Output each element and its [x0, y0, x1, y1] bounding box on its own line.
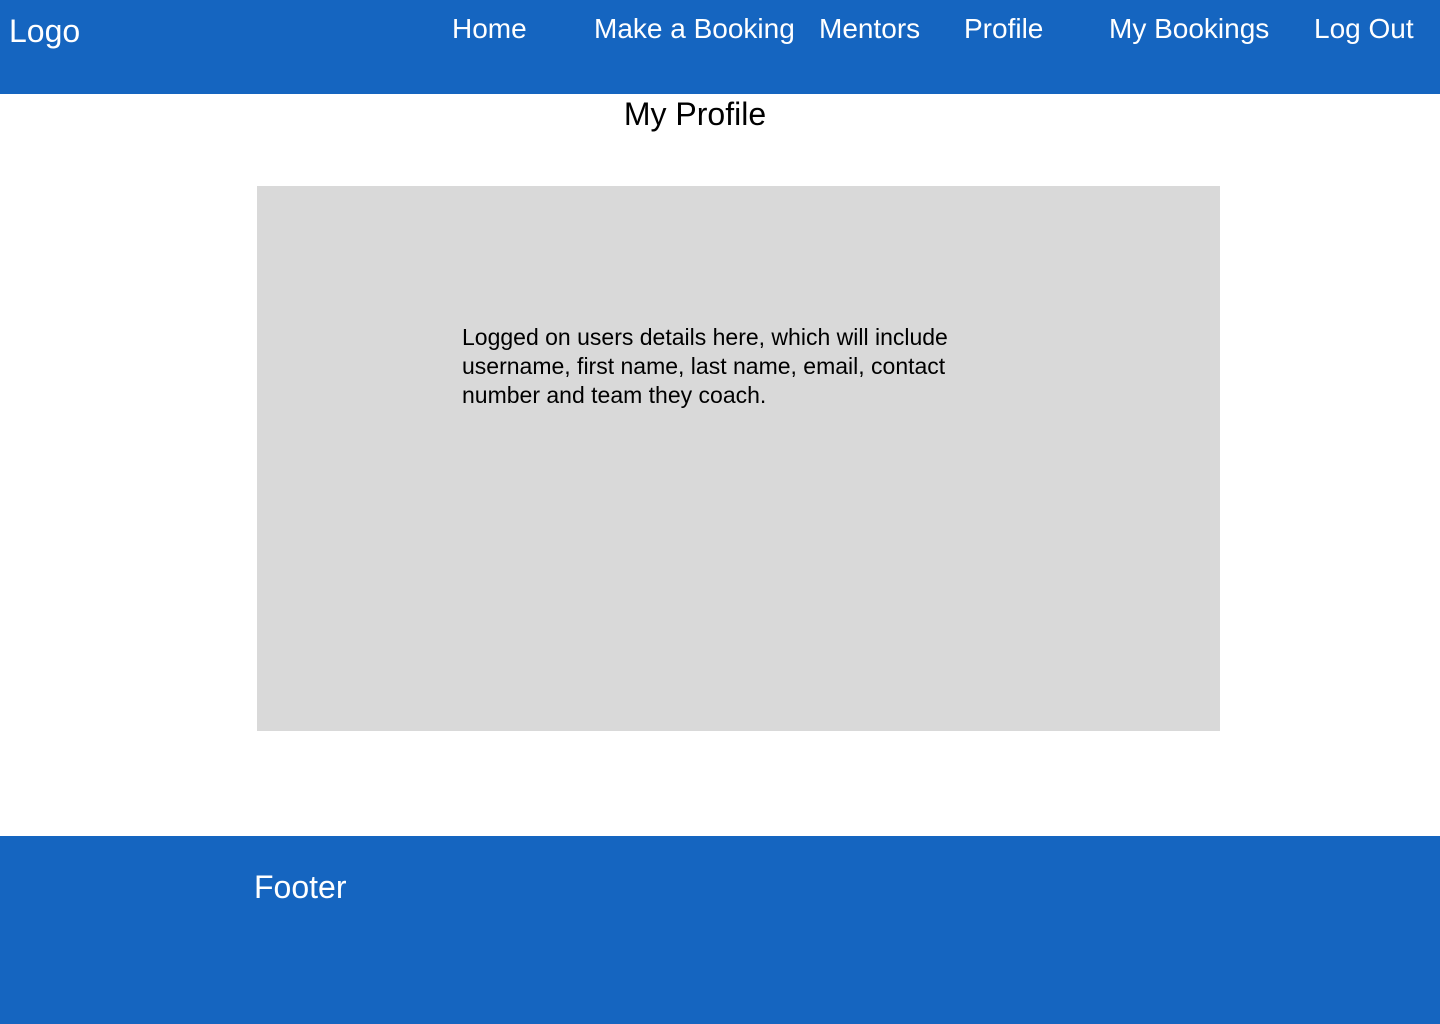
- nav-log-out-link[interactable]: Log Out: [1314, 12, 1414, 46]
- site-header: Logo Home Make a Booking Mentors Profile…: [0, 0, 1440, 94]
- site-footer: Footer: [0, 836, 1440, 1024]
- footer-label: Footer: [254, 869, 347, 905]
- nav-home-link[interactable]: Home: [452, 12, 527, 46]
- nav-mentors-link[interactable]: Mentors: [819, 12, 920, 46]
- logo[interactable]: Logo: [9, 12, 80, 50]
- nav-make-a-booking-link[interactable]: Make a Booking: [594, 12, 795, 46]
- page: Logo Home Make a Booking Mentors Profile…: [0, 0, 1440, 1024]
- nav-profile-link[interactable]: Profile: [964, 12, 1043, 46]
- nav-my-bookings-link[interactable]: My Bookings: [1109, 12, 1269, 46]
- page-title: My Profile: [623, 96, 767, 132]
- profile-details-panel: Logged on users details here, which will…: [257, 186, 1220, 731]
- profile-details-text: Logged on users details here, which will…: [462, 324, 948, 408]
